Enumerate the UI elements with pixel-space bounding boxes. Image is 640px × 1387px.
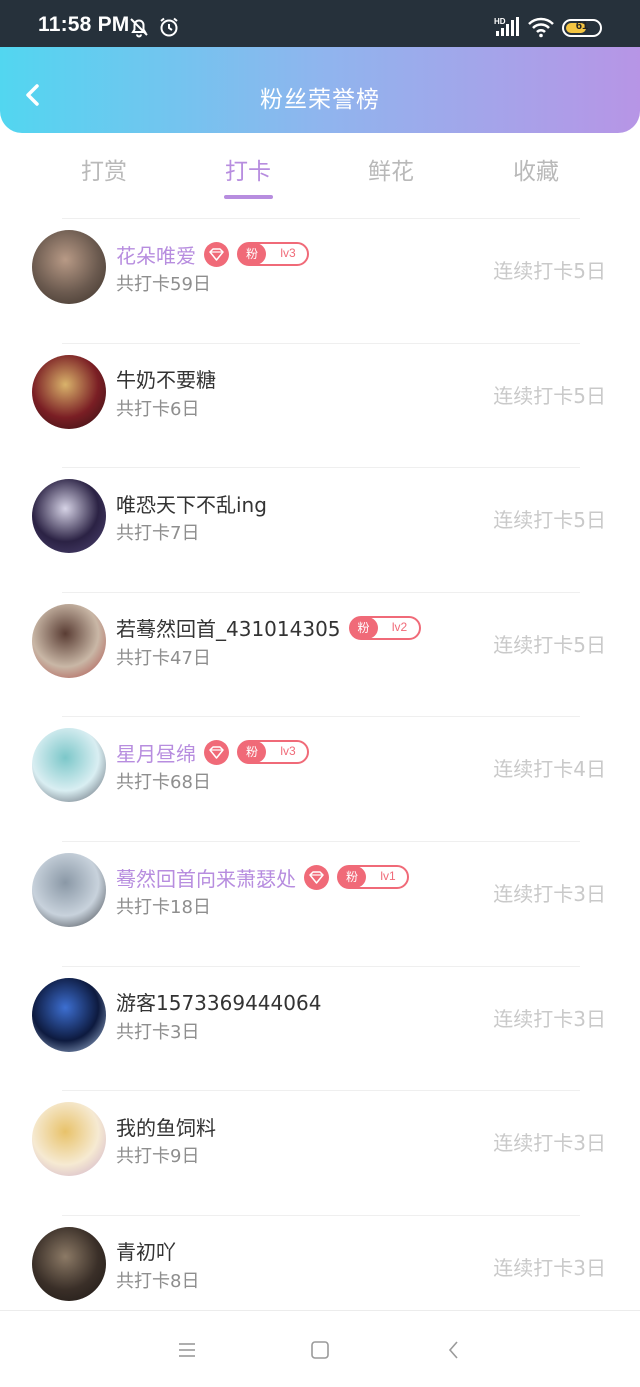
user-name[interactable]: 牛奶不要糖	[116, 364, 216, 393]
name-line: 唯恐天下不乱ing	[116, 489, 267, 517]
status-bar: 11:58 PM HD 61	[0, 0, 640, 47]
total-checkins: 共打卡9日	[116, 1146, 200, 1168]
user-name[interactable]: 若蓦然回首_431014305	[116, 613, 341, 642]
alarm-icon	[158, 16, 180, 42]
avatar[interactable]	[32, 354, 106, 429]
avatar[interactable]	[32, 1102, 106, 1177]
fan-level-badge: 粉 lv2	[348, 615, 421, 640]
home-square-icon[interactable]	[309, 1339, 331, 1361]
fan-badge-label: 粉	[238, 243, 266, 265]
fan-badge-level: lv3	[280, 744, 296, 759]
name-line: 若蓦然回首_431014305 粉 lv2	[116, 614, 421, 642]
total-checkins: 共打卡7日	[116, 523, 200, 545]
row-divider	[62, 1214, 580, 1216]
page-title: 粉丝荣誉榜	[260, 87, 380, 113]
fan-badge-level: lv1	[380, 869, 396, 883]
total-checkins: 共打卡59日	[116, 274, 211, 295]
streak-count: 连续打卡4日	[493, 757, 606, 782]
name-line: 游客1573369444064	[116, 988, 321, 1016]
row-divider	[62, 591, 580, 593]
user-name[interactable]: 花朵唯爱	[116, 240, 196, 269]
system-nav-bar	[0, 1310, 640, 1387]
list-item[interactable]: 星月昼绵 粉 lv3 共打卡68日 连续打卡4日	[0, 716, 640, 840]
avatar[interactable]	[32, 603, 106, 678]
row-divider	[62, 1090, 580, 1092]
row-divider	[62, 965, 580, 967]
menu-icon[interactable]	[176, 1339, 198, 1361]
list-item[interactable]: 游客1573369444064 共打卡3日 连续打卡3日	[0, 965, 640, 1090]
avatar[interactable]	[32, 728, 106, 803]
list-item[interactable]: 蓦然回首向来萧瑟处 粉 lv1 共打卡18日 连续打卡3日	[0, 841, 640, 965]
list-item[interactable]: 若蓦然回首_431014305 粉 lv2 共打卡47日 连续打卡5日	[0, 591, 640, 716]
list-item[interactable]: 花朵唯爱 粉 lv3 共打卡59日 连续打卡5日	[0, 218, 640, 342]
total-checkins: 共打卡8日	[116, 1270, 200, 1292]
streak-count: 连续打卡3日	[493, 882, 606, 906]
fan-badge-label: 粉	[349, 616, 378, 639]
avatar[interactable]	[32, 230, 106, 304]
total-checkins: 共打卡68日	[116, 772, 211, 794]
avatar[interactable]	[32, 977, 106, 1052]
list-item[interactable]: 唯恐天下不乱ing 共打卡7日 连续打卡5日	[0, 467, 640, 591]
tab-bar: 打赏 打卡 鲜花 收藏	[0, 140, 640, 200]
name-line: 蓦然回首向来萧瑟处 粉 lv1	[116, 863, 409, 891]
streak-count: 连续打卡5日	[493, 508, 606, 533]
avatar[interactable]	[32, 1226, 106, 1301]
user-name[interactable]: 游客1573369444064	[116, 987, 321, 1016]
streak-count: 连续打卡5日	[493, 259, 606, 283]
name-line: 我的鱼饲料	[116, 1112, 216, 1140]
list-item[interactable]: 我的鱼饲料共打卡9日 连续打卡3日	[0, 1090, 640, 1214]
tab-flowers[interactable]: 鲜花	[341, 152, 441, 186]
header: 11:58 PM HD 61 粉丝荣誉榜	[0, 0, 640, 133]
fan-badge-label: 粉	[238, 741, 266, 764]
fan-badge-level: lv2	[391, 619, 408, 634]
user-name[interactable]: 我的鱼饲料	[116, 1112, 216, 1141]
battery-level: 61	[575, 20, 589, 32]
name-line: 牛奶不要糖	[116, 365, 216, 393]
fan-badge-level: lv3	[280, 246, 296, 260]
status-time: 11:58 PM	[38, 13, 130, 36]
screen: 11:58 PM HD 61 粉丝荣誉榜 打赏 打卡 鲜花 收藏 花朵唯爱 粉 …	[0, 0, 640, 1387]
name-line: 花朵唯爱 粉 lv3	[116, 240, 309, 268]
list-item[interactable]: 牛奶不要糖共打卡6日 连续打卡5日	[0, 342, 640, 467]
row-divider	[62, 716, 580, 718]
tab-active-indicator	[224, 195, 273, 199]
diamond-icon	[204, 241, 229, 267]
user-name[interactable]: 蓦然回首向来萧瑟处	[116, 863, 296, 892]
fan-level-badge: 粉 lv1	[337, 865, 409, 889]
battery-icon: 61	[562, 19, 602, 37]
tab-reward[interactable]: 打赏	[54, 152, 154, 186]
streak-count: 连续打卡3日	[493, 1255, 606, 1280]
row-divider	[62, 467, 580, 469]
total-checkins: 共打卡6日	[116, 398, 200, 420]
row-divider	[62, 218, 580, 219]
streak-count: 连续打卡3日	[493, 1006, 606, 1031]
total-checkins: 共打卡18日	[116, 897, 211, 918]
back-chevron-icon[interactable]	[443, 1339, 465, 1361]
network-label: HD	[494, 17, 506, 26]
bell-muted-icon	[128, 16, 150, 42]
fan-level-badge: 粉 lv3	[237, 242, 309, 266]
row-divider	[62, 342, 580, 344]
streak-count: 连续打卡3日	[493, 1131, 606, 1156]
total-checkins: 共打卡3日	[116, 1021, 200, 1043]
streak-count: 连续打卡5日	[493, 632, 606, 657]
wifi-icon	[528, 16, 554, 42]
user-name[interactable]: 星月昼绵	[116, 738, 196, 767]
name-line: 星月昼绵 粉 lv3	[116, 738, 309, 766]
tab-checkin[interactable]: 打卡	[198, 152, 298, 186]
name-line: 青初吖	[116, 1237, 176, 1265]
fan-badge-label: 粉	[338, 866, 366, 888]
user-name[interactable]: 唯恐天下不乱ing	[116, 489, 267, 518]
signal-icon: HD	[494, 16, 520, 42]
user-name[interactable]: 青初吖	[116, 1236, 176, 1265]
row-divider	[62, 841, 580, 842]
avatar[interactable]	[32, 479, 106, 554]
diamond-icon	[204, 739, 229, 765]
total-checkins: 共打卡47日	[116, 647, 211, 669]
avatar[interactable]	[32, 853, 106, 927]
tab-favorites[interactable]: 收藏	[486, 152, 586, 186]
diamond-icon	[304, 864, 329, 890]
streak-count: 连续打卡5日	[493, 383, 606, 408]
fan-level-badge: 粉 lv3	[237, 740, 309, 765]
